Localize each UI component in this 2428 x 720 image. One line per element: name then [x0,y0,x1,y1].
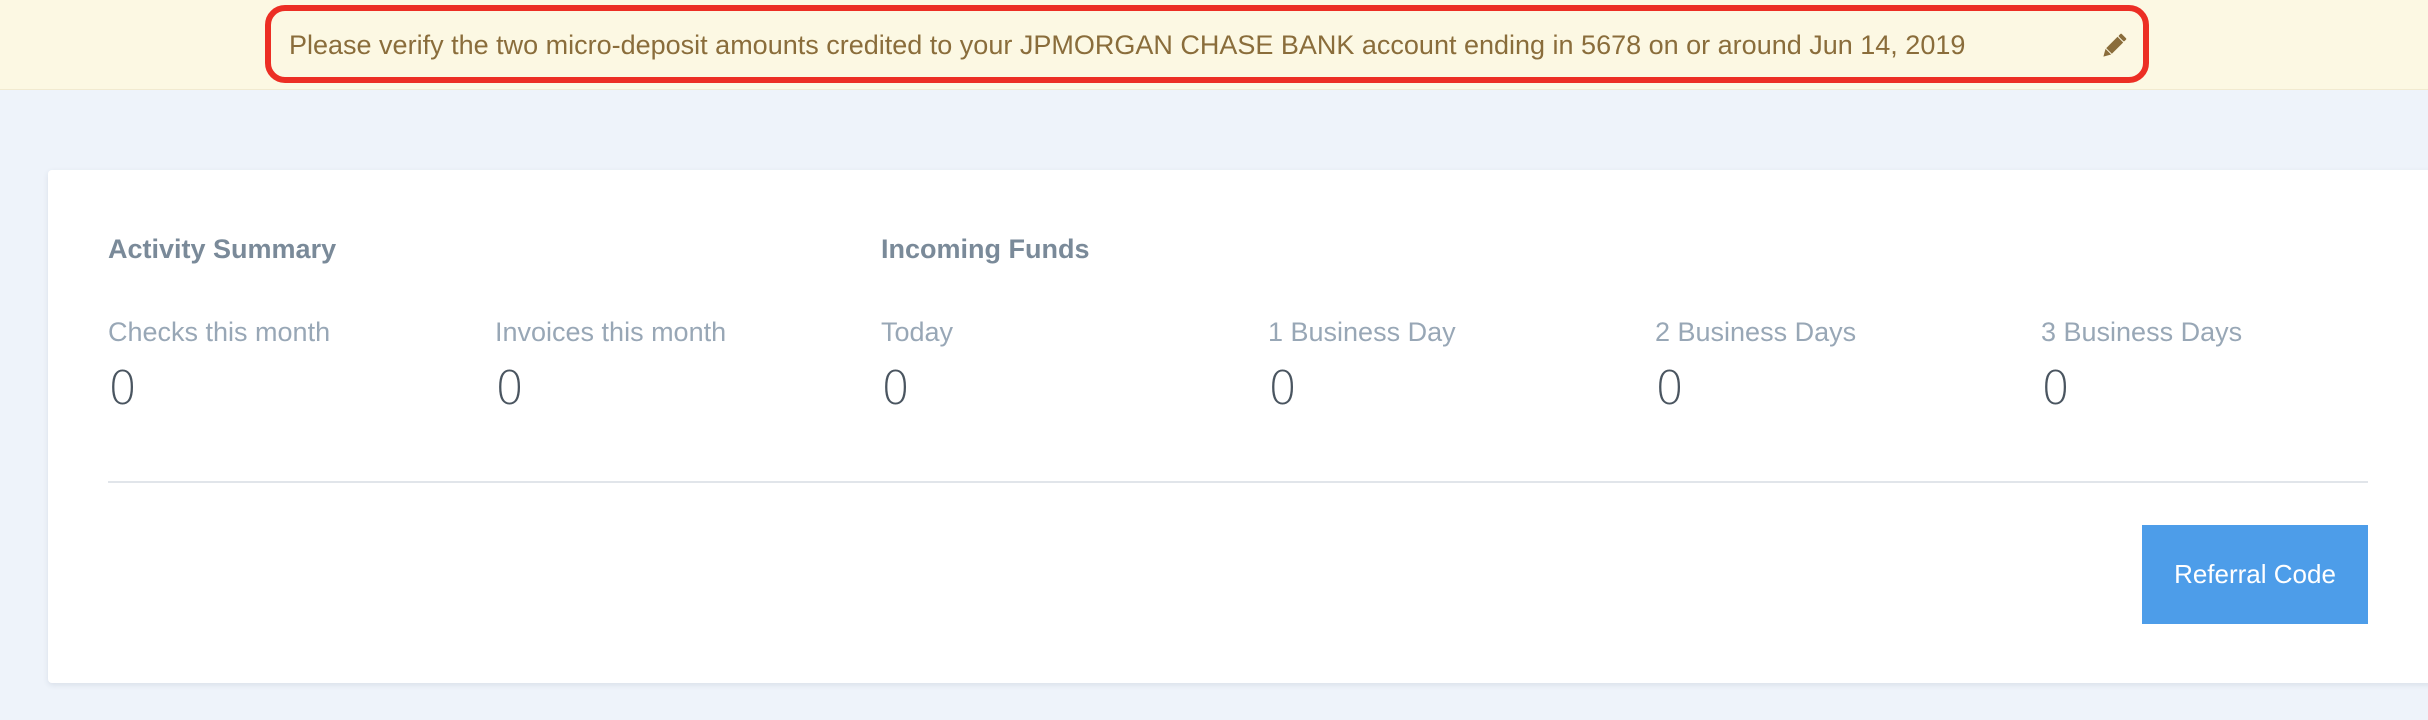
invoices-month-label: Invoices this month [495,317,727,347]
pencil-icon[interactable] [2098,30,2130,62]
card-divider [108,481,2368,483]
invoices-month-value: 0 [495,361,525,415]
today-value: 0 [881,361,911,415]
one-business-day-label: 1 Business Day [1268,317,1456,347]
referral-code-button[interactable]: Referral Code [2142,525,2368,624]
checks-month-label: Checks this month [108,317,331,347]
dashboard-card [48,170,2428,683]
three-business-days-label: 3 Business Days [2041,317,2243,347]
banner-message: Please verify the two micro-deposit amou… [289,30,1966,60]
two-business-days-value: 0 [1655,361,1685,415]
verification-banner: Please verify the two micro-deposit amou… [0,0,2428,90]
one-business-day-value: 0 [1268,361,1298,415]
checks-month-value: 0 [108,361,138,415]
activity-summary-title: Activity Summary [108,234,337,264]
incoming-funds-title: Incoming Funds [881,234,1090,264]
three-business-days-value: 0 [2041,361,2071,415]
two-business-days-label: 2 Business Days [1655,317,1857,347]
today-label: Today [881,317,954,347]
